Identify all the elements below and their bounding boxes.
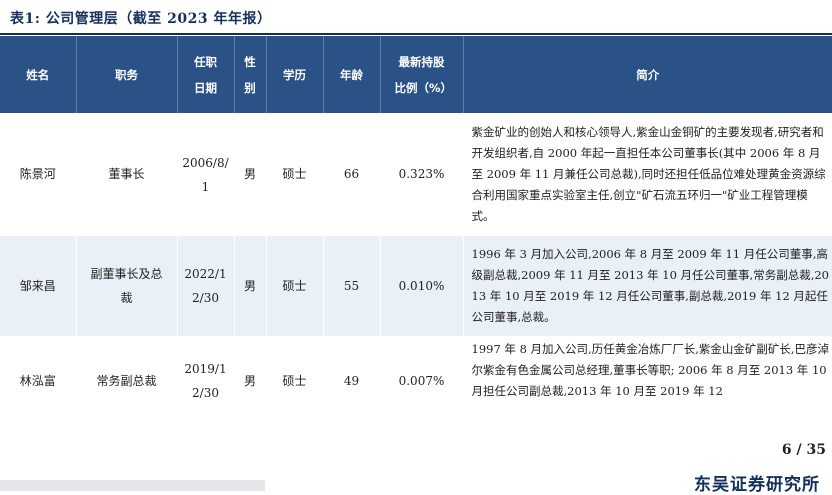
cell-date: 2006/8/1	[177, 113, 235, 236]
header-title: 职务	[76, 36, 178, 113]
bio-text: 紫金矿业的创始人和核心领导人,紫金山金铜矿的主要发现者,研究者和开发组织者,自 …	[471, 125, 826, 223]
table-header-row: 姓名 职务 任职日期 性别 学历 年龄 最新持股比例（%） 简介	[0, 36, 832, 113]
table-caption: 表1: 公司管理层（截至 2023 年年报）	[10, 11, 272, 27]
cell-gender: 男	[234, 236, 267, 336]
bio-text: 1997 年 8 月加入公司,历任黄金冶炼厂厂长,紫金山金矿副矿长,巴彦淖尔紫金…	[471, 342, 830, 398]
cell-bio: 1997 年 8 月加入公司,历任黄金冶炼厂厂长,紫金山金矿副矿长,巴彦淖尔紫金…	[463, 336, 832, 426]
header-date: 任职日期	[177, 36, 235, 113]
cell-gender: 男	[234, 336, 267, 426]
cell-name: 林泓富	[0, 336, 77, 426]
cell-gender: 男	[234, 113, 267, 236]
cell-share: 0.323%	[380, 113, 464, 236]
cell-title: 常务副总裁	[76, 336, 178, 426]
cell-age: 55	[323, 236, 381, 336]
cell-education: 硕士	[266, 336, 324, 426]
caption-divider	[0, 33, 832, 35]
header-gender: 性别	[234, 36, 267, 113]
cell-name: 邹来昌	[0, 236, 77, 336]
brand-name: 东吴证券研究所	[694, 475, 820, 495]
cell-education: 硕士	[266, 113, 324, 236]
header-education: 学历	[266, 36, 324, 113]
cell-date: 2022/12/30	[177, 236, 235, 336]
cell-share: 0.007%	[380, 336, 464, 426]
cell-age: 49	[323, 336, 381, 426]
cell-bio: 1996 年 3 月加入公司,2006 年 8 月至 2009 年 11 月任公…	[463, 236, 832, 336]
cell-education: 硕士	[266, 236, 324, 336]
table-row: 陈景河 董事长 2006/8/1 男 硕士 66 0.323% 紫金矿业的创始人…	[0, 113, 832, 236]
cell-date: 2019/12/30	[177, 336, 235, 426]
footer-bar	[0, 480, 265, 491]
cell-age: 66	[323, 113, 381, 236]
cell-title: 副董事长及总裁	[76, 236, 178, 336]
cell-name: 陈景河	[0, 113, 77, 236]
header-bio: 简介	[463, 36, 832, 113]
cell-title: 董事长	[76, 113, 178, 236]
table-row: 林泓富 常务副总裁 2019/12/30 男 硕士 49 0.007% 1997…	[0, 336, 832, 426]
bio-text: 1996 年 3 月加入公司,2006 年 8 月至 2009 年 11 月任公…	[471, 247, 830, 324]
header-age: 年龄	[323, 36, 381, 113]
cell-bio: 紫金矿业的创始人和核心领导人,紫金山金铜矿的主要发现者,研究者和开发组织者,自 …	[463, 113, 832, 236]
table-row: 邹来昌 副董事长及总裁 2022/12/30 男 硕士 55 0.010% 19…	[0, 236, 832, 336]
header-name: 姓名	[0, 36, 77, 113]
management-table: 姓名 职务 任职日期 性别 学历 年龄 最新持股比例（%） 简介 陈景河 董事长…	[0, 36, 832, 426]
header-share: 最新持股比例（%）	[380, 36, 464, 113]
cell-share: 0.010%	[380, 236, 464, 336]
page-number: 6 / 35	[781, 442, 826, 458]
